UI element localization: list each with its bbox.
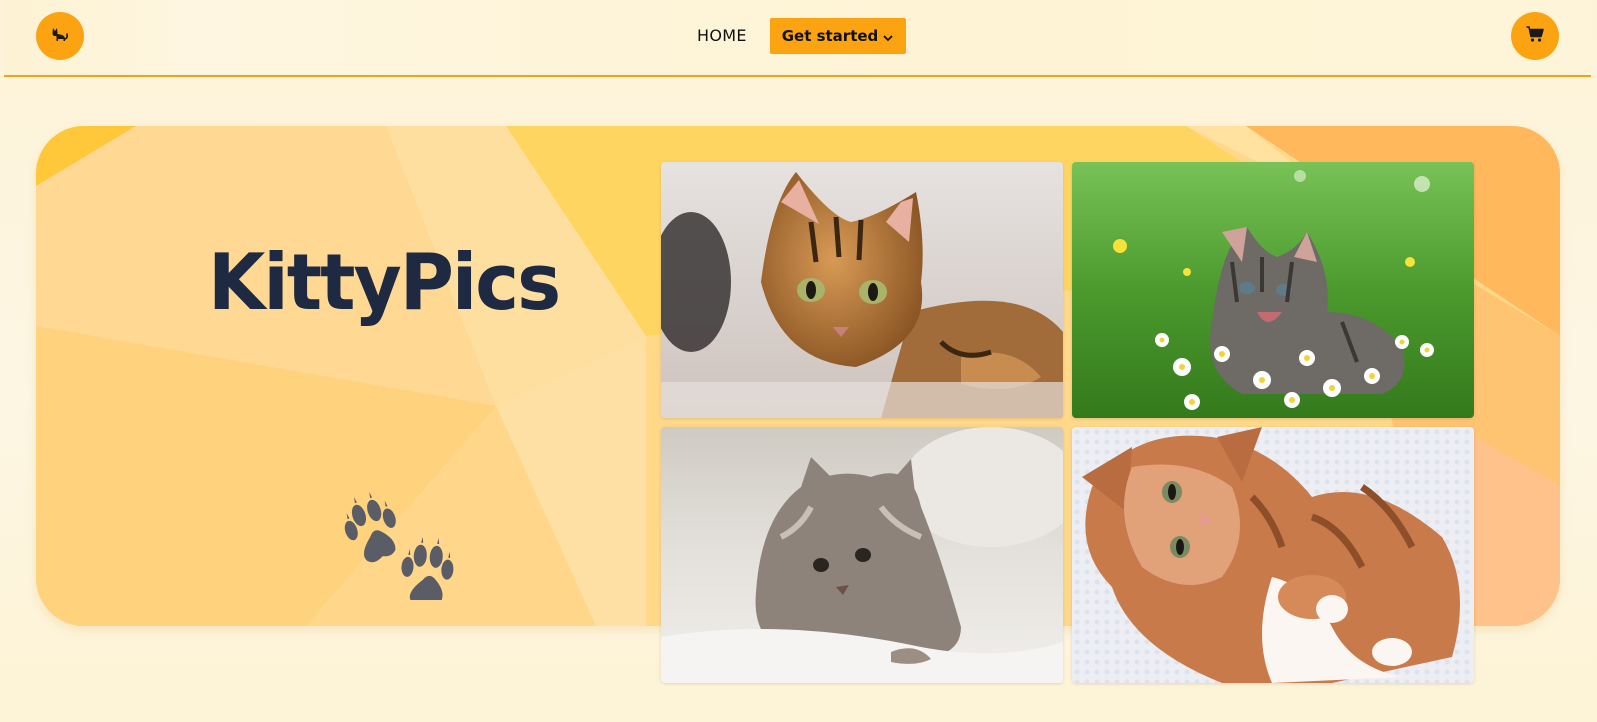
cat-icon	[50, 24, 70, 48]
cart-icon	[1525, 24, 1545, 48]
cat-photo-grass-kitten[interactable]	[1072, 162, 1474, 418]
logo-button[interactable]	[36, 12, 84, 60]
cat-photo-fluffy-kitten[interactable]	[661, 427, 1063, 683]
cat-photo-ginger-kitten[interactable]	[1072, 427, 1474, 683]
paw-prints-icon	[332, 470, 462, 605]
cart-button[interactable]	[1511, 12, 1559, 60]
top-navbar: HOME Get started	[4, 0, 1591, 77]
chevron-down-icon	[882, 30, 894, 42]
photo-grid	[661, 162, 1475, 684]
get-started-dropdown[interactable]: Get started	[770, 18, 906, 54]
nav-home-link[interactable]: HOME	[697, 26, 747, 45]
brand-title: KittyPics	[208, 237, 561, 329]
get-started-label: Get started	[781, 27, 879, 45]
cat-photo-tabby[interactable]	[661, 162, 1063, 418]
